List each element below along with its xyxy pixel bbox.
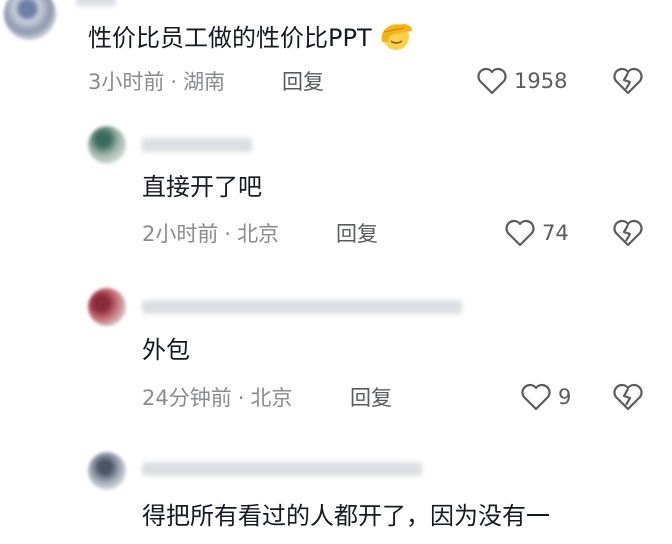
reply-text: 直接开了吧 — [142, 173, 262, 201]
like-button[interactable]: 1958 — [476, 67, 567, 95]
reply-button[interactable]: 回复 — [350, 384, 392, 412]
username-blurred[interactable] — [142, 300, 462, 314]
reply-text: 外包 — [142, 336, 190, 364]
dislike-button[interactable] — [612, 383, 644, 415]
broken-heart-icon — [613, 67, 643, 95]
heart-icon — [505, 219, 535, 247]
broken-heart-icon — [613, 219, 643, 247]
like-button[interactable]: 9 — [520, 383, 571, 411]
like-count: 74 — [542, 221, 569, 245]
reply-meta: 2小时前 · 北京 — [142, 222, 280, 246]
comment-thread: 性价比员工做的性价比PPT 3小时前 · 湖南 回复 1958 直接开了吧 2小时前… — [0, 0, 672, 544]
like-button[interactable]: 74 — [504, 219, 569, 247]
like-count: 1958 — [514, 69, 568, 93]
heart-icon — [477, 67, 507, 95]
broken-heart-icon — [613, 383, 643, 411]
username-blurred[interactable] — [76, 0, 116, 6]
facepalm-emoji-icon — [374, 20, 418, 60]
comment-meta: 3小时前 · 湖南 — [88, 70, 226, 94]
reply-button[interactable]: 回复 — [336, 220, 378, 248]
comment-text: 性价比员工做的性价比PPT — [88, 20, 418, 60]
avatar[interactable] — [4, 0, 56, 40]
dislike-button[interactable] — [612, 219, 644, 251]
avatar[interactable] — [88, 288, 126, 326]
like-count: 9 — [558, 385, 572, 409]
reply-text: 得把所有看过的人都开了，因为没有一 — [142, 502, 550, 530]
avatar[interactable] — [88, 126, 126, 164]
reply-meta: 24分钟前 · 北京 — [142, 386, 293, 410]
dislike-button[interactable] — [612, 67, 644, 99]
reply-button[interactable]: 回复 — [282, 68, 324, 96]
username-blurred[interactable] — [142, 138, 252, 152]
avatar[interactable] — [88, 452, 126, 490]
heart-icon — [521, 383, 551, 411]
username-blurred[interactable] — [142, 462, 422, 476]
